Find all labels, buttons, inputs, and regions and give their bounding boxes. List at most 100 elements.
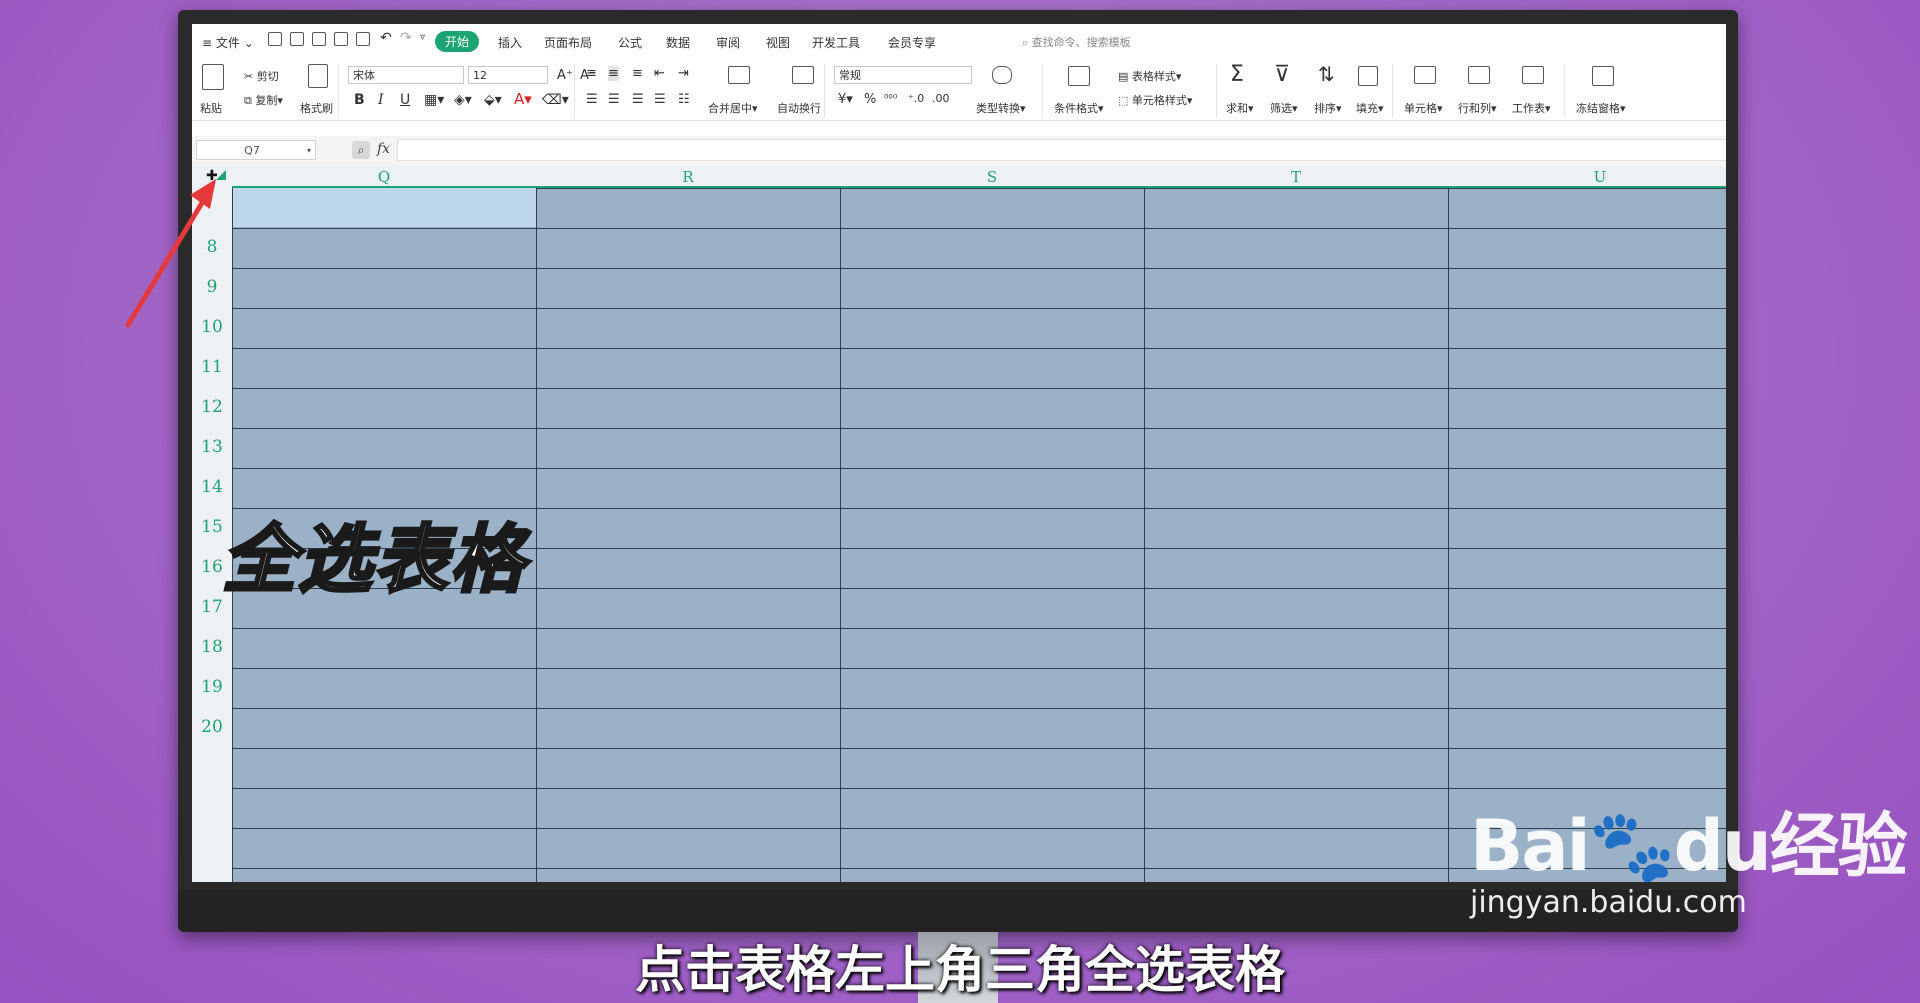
watermark-brand: Bai🐾du经验 [1470, 790, 1908, 891]
underline-button[interactable]: U [400, 92, 410, 108]
bold-button[interactable]: B [354, 92, 365, 108]
paste-label[interactable]: 粘贴 [200, 100, 222, 116]
merge-center-icon[interactable] [728, 66, 750, 84]
preview-icon[interactable] [356, 32, 370, 46]
align-middle-icon[interactable]: ≡ [608, 66, 619, 81]
column-header-r[interactable]: R [536, 166, 840, 186]
wrap-text-label[interactable]: 自动换行 [777, 100, 821, 116]
customize-quick-access-icon[interactable]: ▿ [420, 32, 425, 43]
tab-developer[interactable]: 开发工具 [812, 34, 860, 51]
freeze-panes-label[interactable]: 冻结窗格▾ [1576, 100, 1626, 116]
redo-icon[interactable]: ↷ [400, 30, 412, 46]
fill-label[interactable]: 填充▾ [1356, 100, 1384, 116]
tab-page-layout[interactable]: 页面布局 [544, 34, 592, 51]
row-header-13[interactable]: 13 [192, 426, 232, 466]
copy-button[interactable]: ⧉ 复制▾ [244, 92, 283, 108]
fx-icon[interactable]: fx [377, 141, 390, 157]
align-top-icon[interactable]: ≡ [586, 66, 597, 81]
font-color-icon[interactable]: A▾ [514, 90, 532, 108]
undo-icon[interactable]: ↶ [380, 30, 392, 46]
cell-style-button[interactable]: ⬚ 单元格样式▾ [1118, 92, 1192, 108]
increase-decimal-icon[interactable]: ⁺.0 [908, 92, 924, 105]
save-icon[interactable] [268, 32, 282, 46]
justify-icon[interactable]: ☰ [654, 92, 666, 107]
row-header-18[interactable]: 18 [192, 626, 232, 666]
row-header-20[interactable]: 20 [192, 706, 232, 746]
format-painter-label[interactable]: 格式刷 [300, 100, 333, 116]
sort-label[interactable]: 排序▾ [1314, 100, 1342, 116]
command-search[interactable]: ⌕ 查找命令、搜索模板 [1022, 34, 1131, 50]
italic-button[interactable]: I [378, 92, 384, 108]
file-menu[interactable]: ≡ 文件 ⌄ [202, 34, 254, 51]
cell-label[interactable]: 单元格▾ [1404, 100, 1443, 116]
merge-center-label[interactable]: 合并居中▾ [708, 100, 758, 116]
conditional-format-label[interactable]: 条件格式▾ [1054, 100, 1104, 116]
row-header-19[interactable]: 19 [192, 666, 232, 706]
print-icon[interactable] [312, 32, 326, 46]
row-col-label[interactable]: 行和列▾ [1458, 100, 1497, 116]
cell-icon[interactable] [1414, 66, 1436, 84]
cell-style-label: 单元格样式 [1131, 94, 1187, 107]
font-size-select[interactable]: 12 [468, 66, 548, 84]
align-bottom-icon[interactable]: ≡ [632, 66, 643, 81]
currency-icon[interactable]: ¥▾ [838, 92, 853, 107]
tab-view[interactable]: 视图 [766, 34, 790, 51]
zoom-icon[interactable]: ⌕ [352, 141, 370, 159]
fill-color-icon[interactable]: ◈▾ [454, 92, 472, 108]
format-painter-icon[interactable] [308, 64, 328, 88]
conditional-format-icon[interactable] [1068, 66, 1090, 86]
type-convert-icon[interactable] [992, 66, 1012, 84]
type-convert-text: 类型转换 [976, 102, 1020, 115]
worksheet-label[interactable]: 工作表▾ [1512, 100, 1551, 116]
name-box[interactable]: Q7 ▾ [196, 140, 316, 160]
sum-icon[interactable]: Σ [1230, 62, 1244, 87]
tab-data[interactable]: 数据 [666, 34, 690, 51]
worksheet-icon[interactable] [1522, 66, 1544, 84]
border-icon[interactable]: ▦▾ [424, 92, 444, 108]
filter-icon[interactable]: ⊽ [1274, 62, 1290, 87]
row-col-icon[interactable] [1468, 66, 1490, 84]
column-header-u[interactable]: U [1448, 166, 1726, 186]
active-cell[interactable] [233, 188, 536, 227]
decrease-decimal-icon[interactable]: .00 [932, 92, 950, 105]
filter-label[interactable]: 筛选▾ [1270, 100, 1298, 116]
cut-button[interactable]: ✂ 剪切 [244, 68, 279, 84]
row-header-12[interactable]: 12 [192, 386, 232, 426]
outdent-icon[interactable]: ⇤ [654, 66, 665, 81]
tab-member[interactable]: 会员专享 [888, 34, 936, 51]
cut-label: 剪切 [256, 70, 279, 83]
divider [1564, 64, 1565, 118]
freeze-panes-icon[interactable] [1592, 66, 1614, 86]
align-right-icon[interactable]: ☰ [632, 92, 644, 107]
tab-formulas[interactable]: 公式 [618, 34, 642, 51]
column-header-s[interactable]: S [840, 166, 1144, 186]
increase-font-icon[interactable]: A⁺ [557, 68, 573, 83]
percent-icon[interactable]: % [864, 92, 876, 107]
column-header-q[interactable]: Q [232, 166, 536, 186]
indent-icon[interactable]: ⇥ [678, 66, 689, 81]
tab-home[interactable]: 开始 [435, 31, 480, 52]
table-style-button[interactable]: ▤ 表格样式▾ [1118, 68, 1181, 84]
number-format-select[interactable]: 常规 [834, 66, 972, 84]
sum-label[interactable]: 求和▾ [1226, 100, 1254, 116]
thousands-icon[interactable]: ⁰⁰⁰ [884, 92, 897, 105]
font-name-select[interactable]: 宋体 [348, 66, 464, 84]
clear-icon[interactable]: ⌫▾ [542, 92, 569, 108]
paste-icon[interactable] [202, 64, 224, 90]
print-preview-icon[interactable] [334, 32, 348, 46]
sort-icon[interactable]: ⇅ [1318, 62, 1335, 86]
formula-input[interactable] [397, 139, 1726, 161]
row-header-11[interactable]: 11 [192, 346, 232, 386]
column-header-t[interactable]: T [1144, 166, 1448, 186]
type-convert-label[interactable]: 类型转换▾ [976, 100, 1026, 116]
align-left-icon[interactable]: ☰ [586, 92, 598, 107]
wrap-text-icon[interactable] [792, 66, 814, 84]
fill-down-icon[interactable] [1358, 66, 1378, 86]
export-pdf-icon[interactable] [290, 32, 304, 46]
shape-fill-icon[interactable]: ⬙▾ [484, 92, 502, 108]
video-subtitle: 点击表格左上角三角全选表格 [635, 941, 1285, 999]
distribute-icon[interactable]: ☷ [678, 92, 690, 107]
tab-insert[interactable]: 插入 [498, 34, 522, 51]
align-center-icon[interactable]: ☰ [608, 92, 620, 107]
tab-review[interactable]: 审阅 [716, 34, 740, 51]
